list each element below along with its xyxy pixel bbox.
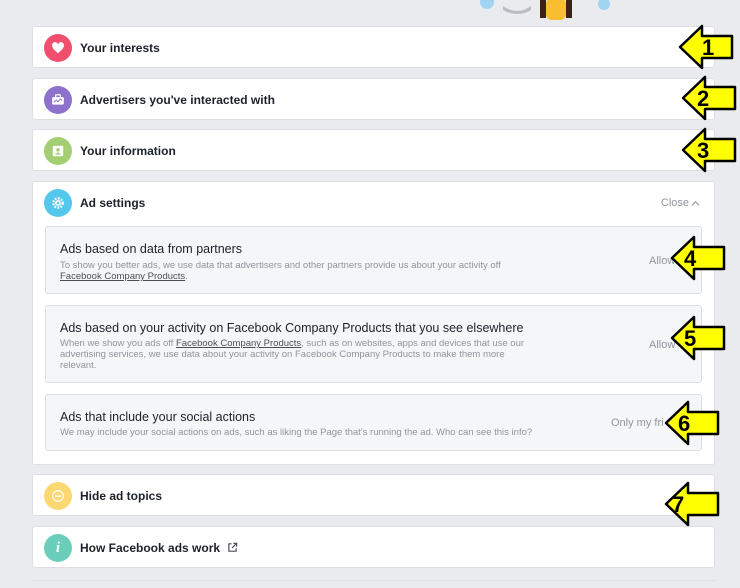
how-ads-work-row[interactable]: i How Facebook ads work — [33, 527, 714, 569]
how-ads-work-title: How Facebook ads work — [80, 541, 238, 555]
close-label: Close — [660, 197, 689, 209]
your-interests-title: Your interests — [80, 41, 160, 55]
your-information-title: Your information — [80, 144, 176, 158]
setting-social-value[interactable]: Only my fri — [611, 417, 664, 429]
setting-social-title: Ads that include your social actions — [60, 410, 256, 424]
setting-partners-desc: To show you better ads, we use data that… — [60, 260, 501, 282]
hide-ad-topics-panel[interactable]: Hide ad topics — [32, 474, 715, 516]
annotation-arrow-1: 1 — [678, 24, 734, 70]
setting-activity-desc: When we show you ads off Facebook Compan… — [60, 338, 525, 371]
ad-settings-title: Ad settings — [80, 196, 146, 210]
bottom-divider — [32, 580, 715, 581]
annotation-arrow-3: 3 — [681, 127, 737, 173]
ad-settings-row[interactable]: Ad settings Close — [33, 182, 714, 224]
annotation-arrow-7: 7 — [664, 481, 720, 527]
annotation-label-1: 1 — [702, 35, 714, 60]
how-ads-work-panel[interactable]: i How Facebook ads work — [32, 526, 715, 568]
profile-card-icon — [44, 137, 72, 165]
annotation-label-6: 6 — [678, 411, 690, 436]
setting-activity-elsewhere[interactable]: Ads based on your activity on Facebook C… — [45, 305, 702, 383]
advertisers-panel[interactable]: Advertisers you've interacted with — [32, 78, 715, 120]
facebook-company-products-link-2[interactable]: Facebook Company Products — [176, 338, 301, 349]
setting-activity-title: Ads based on your activity on Facebook C… — [60, 321, 524, 335]
heart-icon — [44, 34, 72, 62]
annotation-label-4: 4 — [684, 246, 697, 271]
annotation-label-5: 5 — [684, 326, 696, 351]
facebook-company-products-link[interactable]: Facebook Company Products — [60, 271, 185, 282]
annotation-arrow-5: 5 — [670, 315, 726, 361]
annotation-arrow-2: 2 — [681, 75, 737, 121]
close-button[interactable]: Close — [661, 197, 700, 209]
annotation-arrow-6: 6 — [664, 400, 720, 446]
your-information-row[interactable]: Your information — [33, 130, 714, 172]
annotation-arrow-4: 4 — [670, 235, 726, 281]
minus-circle-icon — [44, 482, 72, 510]
ad-settings-panel: Ad settings Close Ads based on data from… — [32, 181, 715, 465]
setting-partners-title: Ads based on data from partners — [60, 242, 243, 256]
advertisers-title: Advertisers you've interacted with — [80, 93, 275, 107]
hide-ad-topics-row[interactable]: Hide ad topics — [33, 475, 714, 517]
your-information-panel[interactable]: Your information — [32, 129, 715, 171]
setting-social-desc: We may include your social actions on ad… — [60, 427, 533, 438]
annotation-label-3: 3 — [697, 138, 709, 163]
chevron-up-icon — [691, 200, 700, 206]
setting-partners-data[interactable]: Ads based on data from partners To show … — [45, 226, 702, 294]
hide-ad-topics-title: Hide ad topics — [80, 489, 163, 503]
your-interests-panel[interactable]: Your interests — [32, 26, 715, 68]
setting-social-actions[interactable]: Ads that include your social actions We … — [45, 394, 702, 451]
external-link-icon[interactable] — [227, 542, 238, 553]
your-interests-row[interactable]: Your interests — [33, 27, 714, 69]
annotation-label-2: 2 — [697, 86, 709, 111]
advertisers-row[interactable]: Advertisers you've interacted with — [33, 79, 714, 121]
briefcase-icon — [44, 86, 72, 114]
annotation-label-7: 7 — [672, 492, 684, 517]
info-icon: i — [44, 534, 72, 562]
header-illustration — [480, 0, 610, 20]
gear-icon — [44, 189, 72, 217]
